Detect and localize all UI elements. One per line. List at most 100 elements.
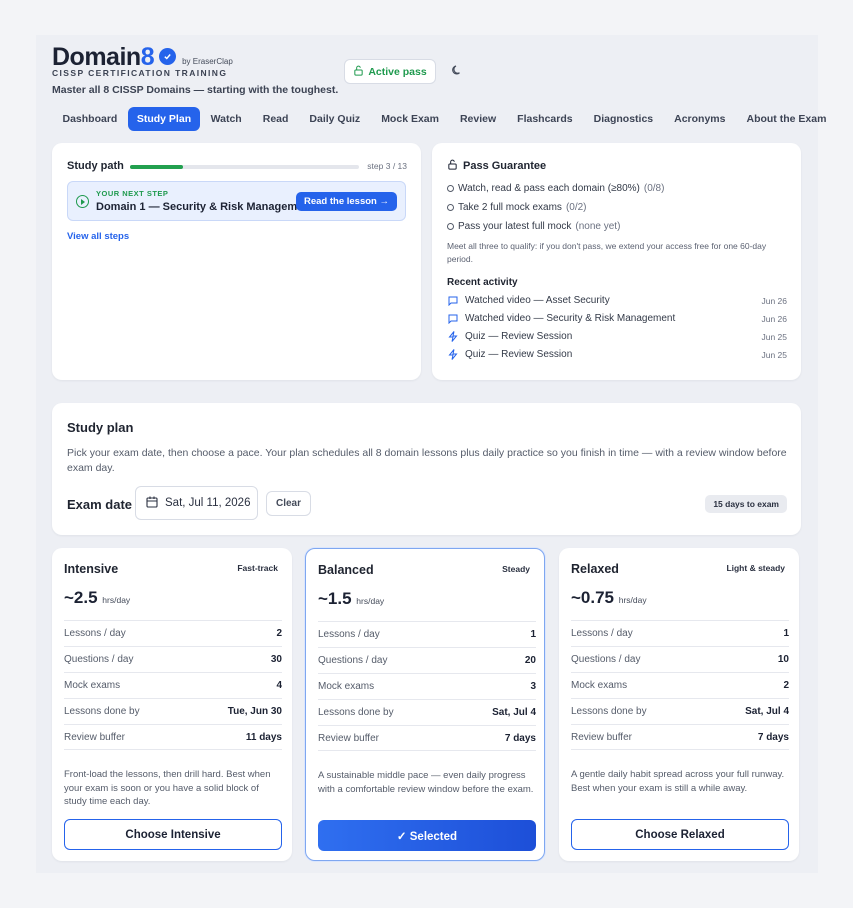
pass-guarantee-card: Pass Guarantee Watch, read & pass each d… <box>432 143 801 380</box>
chat-icon <box>447 295 458 306</box>
guarantee-item-text: Pass your latest full mock <box>458 221 572 232</box>
activity-row: Watched video — Security & Risk Manageme… <box>447 313 787 324</box>
lock-open-icon <box>353 65 364 79</box>
stat-row: Mock exams 4 <box>64 672 282 698</box>
calendar-icon <box>146 496 158 511</box>
guarantee-item-status: (none yet) <box>575 221 621 232</box>
pace-stats: Lessons / day 1 Questions / day 10 Mock ex… <box>571 620 789 750</box>
pace-description: A gentle daily habit spread across your … <box>571 769 785 794</box>
stat-row: Review buffer 11 days <box>64 724 282 750</box>
pass-guarantee-title: Pass Guarantee <box>447 159 546 173</box>
exam-date-label: Exam date <box>67 497 133 512</box>
next-step-kicker: YOUR NEXT STEP <box>96 189 169 198</box>
exam-date-input[interactable]: Sat, Jul 11, 2026 <box>135 486 258 520</box>
stat-row: Lessons done by Sat, Jul 4 <box>318 699 536 725</box>
brand: Domain8 by EraserClap <box>52 44 233 71</box>
tab-mock-exam[interactable]: Mock Exam <box>371 107 450 131</box>
activity-text: Quiz — Review Session <box>465 349 573 360</box>
exam-date-value: Sat, Jul 11, 2026 <box>165 497 251 509</box>
selected-balanced-button[interactable]: ✓ Selected <box>318 820 536 851</box>
guarantee-item-status: (0/2) <box>565 202 587 213</box>
pace-card-relaxed: Relaxed Light & steady ~0.75 hrs/day Les… <box>559 548 799 861</box>
activity-date: Jun 26 <box>761 295 787 306</box>
guarantee-item-text: Take 2 full mock exams <box>458 202 562 213</box>
stat-row: Lessons / day 2 <box>64 620 282 646</box>
circle-icon <box>447 185 454 192</box>
pace-hours: ~0.75 hrs/day <box>571 588 647 607</box>
days-to-exam-badge: 15 days to exam <box>705 495 787 513</box>
brand-logo: Domain8 <box>52 43 155 71</box>
activity-date: Jun 25 <box>761 331 787 342</box>
tab-acronyms[interactable]: Acronyms <box>664 107 736 131</box>
study-plan-description: Pick your exam date, then choose a pace.… <box>67 447 787 474</box>
theme-toggle-button[interactable] <box>444 59 469 84</box>
guarantee-note: Meet all three to qualify: if you don't … <box>447 241 767 264</box>
active-pass-label: Active pass <box>368 65 427 78</box>
activity-row: Watched video — Asset Security Jun 26 <box>447 295 787 306</box>
activity-text: Quiz — Review Session <box>465 331 573 342</box>
choose-intensive-button[interactable]: Choose Intensive <box>64 819 282 850</box>
stat-row: Mock exams 2 <box>571 672 789 698</box>
tab-diagnostics[interactable]: Diagnostics <box>583 107 664 131</box>
activity-date: Jun 26 <box>761 313 787 324</box>
pace-name: Relaxed <box>571 562 619 576</box>
tab-study-plan[interactable]: Study Plan <box>127 107 201 131</box>
pace-description: Front-load the lessons, then drill hard.… <box>64 769 271 807</box>
activity-row: Quiz — Review Session Jun 25 <box>447 349 787 360</box>
next-step-title: Domain 1 — Security & Risk Management <box>96 201 314 213</box>
study-plan-card: Study plan Pick your exam date, then cho… <box>52 403 801 535</box>
tab-about-the-exam[interactable]: About the Exam <box>736 107 837 131</box>
circle-icon <box>447 223 454 230</box>
chat-icon <box>447 313 458 324</box>
activity-text: Watched video — Asset Security <box>465 295 610 306</box>
guarantee-item: Take 2 full mock exams (0/2) <box>447 202 587 213</box>
guarantee-item: Pass your latest full mock (none yet) <box>447 221 620 232</box>
stat-row: Review buffer 7 days <box>571 724 789 750</box>
pace-card-balanced: Balanced Steady ~1.5 hrs/day Lessons / d… <box>305 548 545 861</box>
subtitle: Master all 8 CISSP Domains — starting wi… <box>52 84 339 96</box>
stat-row: Lessons / day 1 <box>318 621 536 647</box>
brand-byline: by EraserClap <box>182 57 233 66</box>
guarantee-item: Watch, read & pass each domain (≥80%) (0… <box>447 183 664 194</box>
pace-tag: Steady <box>502 564 530 574</box>
activity-text: Watched video — Security & Risk Manageme… <box>465 313 676 324</box>
stat-row: Lessons done by Sat, Jul 4 <box>571 698 789 724</box>
tab-daily-quiz[interactable]: Daily Quiz <box>299 107 371 131</box>
stat-row: Lessons / day 1 <box>571 620 789 646</box>
pace-hours: ~2.5 hrs/day <box>64 588 131 607</box>
pace-description: A sustainable middle pace — even daily p… <box>318 770 534 795</box>
pace-tag: Fast-track <box>237 563 278 573</box>
study-path-title: Study path <box>67 160 124 172</box>
pace-name: Balanced <box>318 563 374 577</box>
stat-row: Questions / day 30 <box>64 646 282 672</box>
guarantee-item-text: Watch, read & pass each domain (≥80%) <box>458 183 640 194</box>
pace-stats: Lessons / day 1 Questions / day 20 Mock ex… <box>318 621 536 751</box>
study-path-card: Study path step 3 / 13 YOUR NEXT STEP Do… <box>52 143 421 380</box>
view-all-steps-link[interactable]: View all steps <box>67 231 129 242</box>
play-circle-icon <box>76 195 89 208</box>
pass-guarantee-title-text: Pass Guarantee <box>463 160 547 172</box>
choose-relaxed-button[interactable]: Choose Relaxed <box>571 819 789 850</box>
active-pass-button[interactable]: Active pass <box>344 59 436 84</box>
study-plan-title: Study plan <box>67 420 134 435</box>
pace-hours: ~1.5 hrs/day <box>318 589 385 608</box>
tab-flashcards[interactable]: Flashcards <box>507 107 583 131</box>
stat-row: Mock exams 3 <box>318 673 536 699</box>
moon-icon <box>451 63 463 81</box>
bolt-icon <box>447 349 458 360</box>
stat-row: Lessons done by Tue, Jun 30 <box>64 698 282 724</box>
tab-watch[interactable]: Watch <box>200 107 252 131</box>
stat-row: Review buffer 7 days <box>318 725 536 751</box>
recent-activity-title: Recent activity <box>447 277 518 288</box>
study-path-step: step 3 / 13 <box>367 161 407 171</box>
clear-date-button[interactable]: Clear <box>266 491 311 516</box>
study-path-progress-fill <box>130 165 183 169</box>
guarantee-item-status: (0/8) <box>643 183 665 194</box>
lock-open-icon <box>447 159 458 173</box>
tab-read[interactable]: Read <box>252 107 299 131</box>
tab-review[interactable]: Review <box>449 107 506 131</box>
stat-row: Questions / day 10 <box>571 646 789 672</box>
tab-dashboard[interactable]: Dashboard <box>52 107 128 131</box>
bolt-icon <box>447 331 458 342</box>
read-lesson-button[interactable]: Read the lesson → <box>296 192 397 211</box>
